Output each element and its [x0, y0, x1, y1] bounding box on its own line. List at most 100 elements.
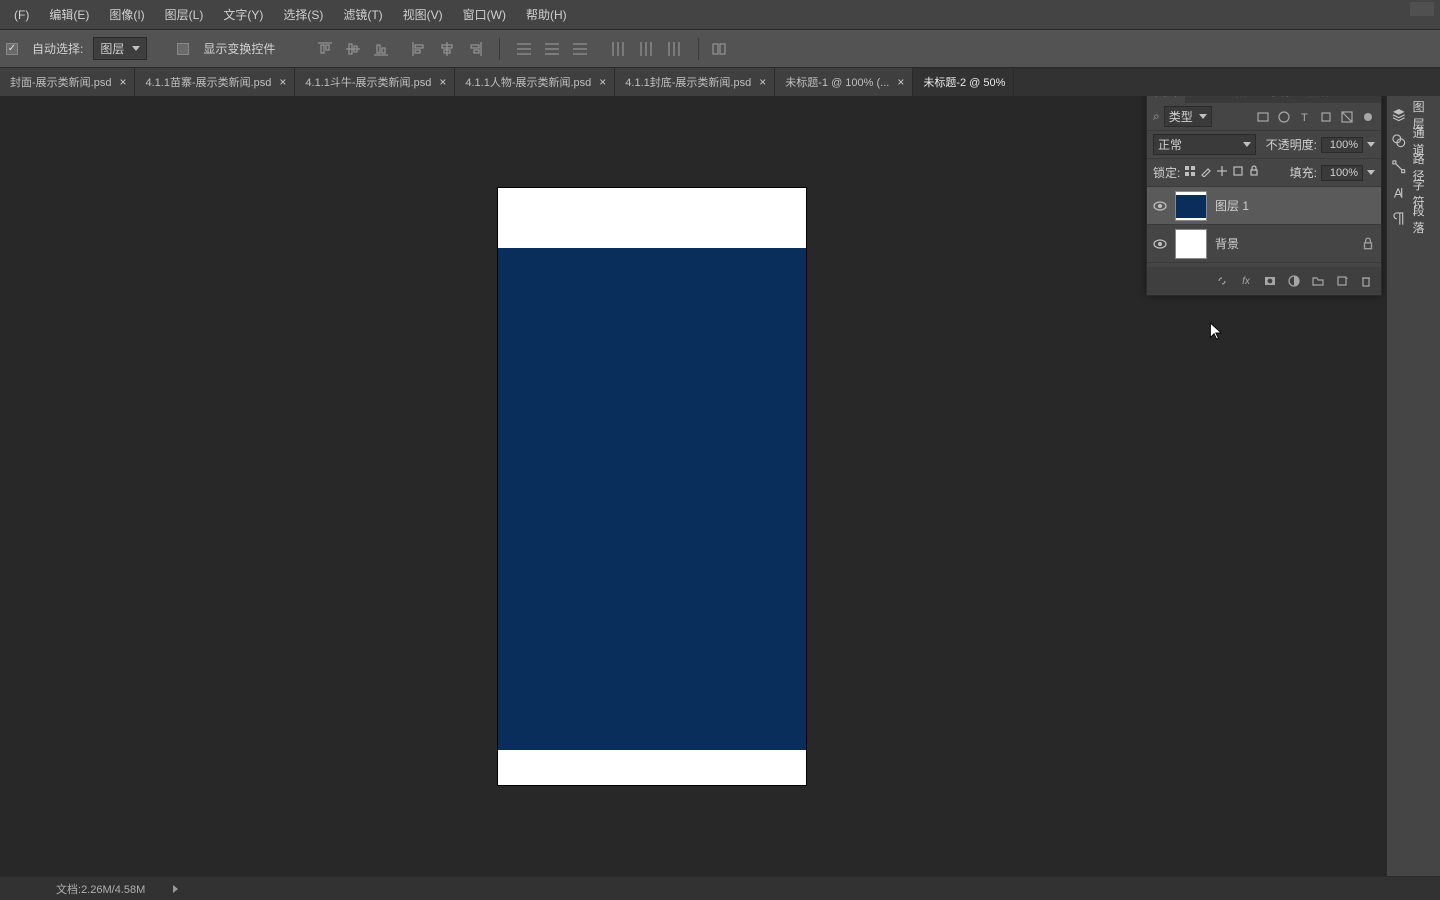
fill-input[interactable]	[1321, 165, 1363, 181]
close-icon[interactable]: ×	[897, 75, 904, 89]
layer-thumbnail[interactable]	[1175, 191, 1207, 221]
distribute-vcenter-icon[interactable]	[542, 39, 562, 59]
menu-select[interactable]: 选择(S)	[273, 0, 333, 29]
chevron-down-icon[interactable]	[1367, 142, 1375, 147]
filter-type-value: 类型	[1169, 108, 1193, 125]
panel-tab-layers[interactable]: 图层	[1147, 96, 1185, 103]
collapse-icon[interactable]: »	[1359, 96, 1366, 98]
panel-tab-character[interactable]: 字符	[1261, 96, 1299, 103]
filter-adjustment-icon[interactable]	[1277, 110, 1291, 124]
visibility-icon[interactable]	[1153, 237, 1167, 251]
fx-icon[interactable]: fx	[1239, 274, 1253, 288]
panel-tab-channels[interactable]: 通道	[1185, 96, 1223, 103]
lock-brush-icon[interactable]	[1200, 165, 1212, 180]
divider	[499, 38, 500, 60]
search-icon[interactable]: ⌕	[1153, 109, 1160, 124]
layer-name[interactable]: 图层 1	[1215, 197, 1375, 214]
new-layer-icon[interactable]	[1335, 274, 1349, 288]
menu-edit[interactable]: 编辑(E)	[39, 0, 99, 29]
align-hcenter-icon[interactable]	[437, 39, 457, 59]
align-top-icon[interactable]	[315, 39, 335, 59]
lock-pixels-icon[interactable]	[1184, 165, 1196, 180]
align-vcenter-icon[interactable]	[343, 39, 363, 59]
filter-type-icon[interactable]: T	[1298, 110, 1312, 124]
minimize-button[interactable]	[1410, 2, 1434, 16]
filter-smart-icon[interactable]	[1340, 110, 1354, 124]
filter-type-dropdown[interactable]: 类型	[1164, 106, 1212, 127]
layer-row[interactable]: 图层 1	[1147, 187, 1381, 225]
tab-label: 未标题-1 @ 100% (...	[785, 74, 889, 90]
document-tab[interactable]: 未标题-2 @ 50%	[913, 68, 1014, 96]
menu-image[interactable]: 图像(I)	[99, 0, 154, 29]
auto-select-target-dropdown[interactable]: 图层	[93, 37, 147, 60]
document-tab[interactable]: 4.1.1苗寨-展示类新闻.psd ×	[135, 68, 295, 96]
auto-select-checkbox[interactable]	[6, 43, 18, 55]
visibility-icon[interactable]	[1153, 199, 1167, 213]
align-right-icon[interactable]	[465, 39, 485, 59]
menu-view[interactable]: 视图(V)	[393, 0, 453, 29]
layer-name[interactable]: 背景	[1215, 235, 1353, 252]
close-icon[interactable]: ×	[279, 75, 286, 89]
filter-pixel-icon[interactable]	[1256, 110, 1270, 124]
close-icon[interactable]: ×	[599, 75, 606, 89]
panel-menu-icon[interactable]: ≡	[1370, 96, 1377, 98]
align-group-2	[405, 39, 489, 59]
align-bottom-icon[interactable]	[371, 39, 391, 59]
canvas-area[interactable]	[0, 96, 1304, 876]
canvas-white-top	[498, 188, 806, 248]
distribute-hcenter-icon[interactable]	[636, 39, 656, 59]
distribute-top-icon[interactable]	[514, 39, 534, 59]
menu-layer[interactable]: 图层(L)	[155, 0, 214, 29]
panel-tab-paragraph[interactable]: 段落	[1299, 96, 1337, 103]
document-tab[interactable]: 4.1.1斗牛-展示类新闻.psd ×	[295, 68, 455, 96]
document-tab[interactable]: 4.1.1人物-展示类新闻.psd ×	[455, 68, 615, 96]
layer-list: 图层 1 背景	[1147, 187, 1381, 267]
distribute-left-icon[interactable]	[608, 39, 628, 59]
align-left-icon[interactable]	[409, 39, 429, 59]
auto-align-icon[interactable]	[709, 39, 729, 59]
blend-mode-dropdown[interactable]: 正常	[1153, 134, 1256, 155]
menu-help[interactable]: 帮助(H)	[516, 0, 577, 29]
lock-all-icon[interactable]	[1248, 165, 1260, 180]
document-tab-bar: 封面-展示类新闻.psd × 4.1.1苗寨-展示类新闻.psd × 4.1.1…	[0, 68, 1440, 96]
chevron-down-icon[interactable]	[1367, 170, 1375, 175]
filter-shape-icon[interactable]	[1319, 110, 1333, 124]
opacity-input[interactable]	[1321, 137, 1363, 153]
menu-filter[interactable]: 滤镜(T)	[333, 0, 392, 29]
dock-paragraph[interactable]: 段落	[1387, 206, 1440, 232]
group-icon[interactable]	[1311, 274, 1325, 288]
document-canvas[interactable]	[498, 188, 806, 785]
document-tab[interactable]: 4.1.1封底-展示类新闻.psd ×	[615, 68, 775, 96]
close-icon[interactable]: ×	[759, 75, 766, 89]
lock-row: 锁定: 填充:	[1147, 159, 1381, 187]
lock-position-icon[interactable]	[1216, 165, 1228, 180]
adjustment-icon[interactable]	[1287, 274, 1301, 288]
tab-label: 4.1.1斗牛-展示类新闻.psd	[305, 74, 431, 90]
status-caret-icon[interactable]	[173, 885, 178, 893]
menu-type[interactable]: 文字(Y)	[213, 0, 273, 29]
document-tab[interactable]: 封面-展示类新闻.psd ×	[0, 68, 135, 96]
menu-file[interactable]: (F)	[4, 0, 39, 29]
character-icon: A	[1391, 185, 1407, 201]
channels-icon	[1391, 133, 1407, 149]
lock-icon	[1361, 237, 1375, 251]
close-icon[interactable]: ×	[439, 75, 446, 89]
layer-row[interactable]: 背景	[1147, 225, 1381, 263]
fill-label: 填充:	[1290, 164, 1317, 181]
menu-window[interactable]: 窗口(W)	[453, 0, 516, 29]
lock-artboard-icon[interactable]	[1232, 165, 1244, 180]
document-tab[interactable]: 未标题-1 @ 100% (... ×	[775, 68, 913, 96]
close-icon[interactable]: ×	[119, 75, 126, 89]
panel-tab-paths[interactable]: 路径	[1223, 96, 1261, 103]
align-group-1	[311, 39, 395, 59]
mask-icon[interactable]	[1263, 274, 1277, 288]
workspace: 图层 通道 路径 字符 段落 » ≡ ⌕ 类型 T	[0, 96, 1440, 876]
tab-label: 4.1.1封底-展示类新闻.psd	[625, 74, 751, 90]
distribute-right-icon[interactable]	[664, 39, 684, 59]
layer-thumbnail[interactable]	[1175, 229, 1207, 259]
show-transform-checkbox[interactable]	[177, 43, 189, 55]
filter-toggle-icon[interactable]	[1361, 110, 1375, 124]
trash-icon[interactable]	[1359, 274, 1373, 288]
link-layers-icon[interactable]	[1215, 274, 1229, 288]
distribute-bottom-icon[interactable]	[570, 39, 590, 59]
